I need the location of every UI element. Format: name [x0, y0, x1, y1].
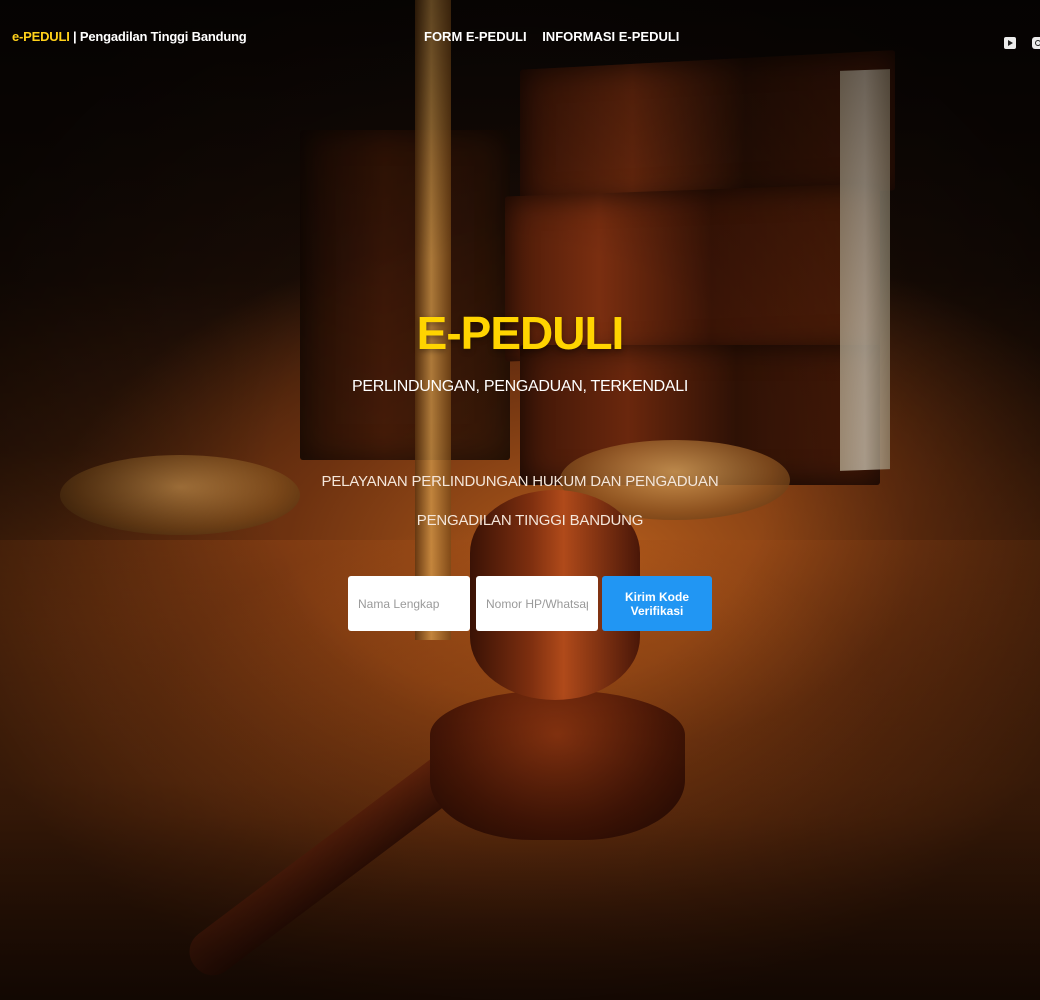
- send-verification-code-button[interactable]: Kirim Kode Verifikasi: [602, 576, 712, 631]
- nav-form-epeduli[interactable]: FORM E-PEDULI: [424, 29, 527, 44]
- brand-accent: e-PEDULI: [12, 29, 70, 44]
- site-brand[interactable]: e-PEDULI | Pengadilan Tinggi Bandung: [12, 29, 247, 44]
- hero-background: e-PEDULI | Pengadilan Tinggi Bandung FOR…: [0, 0, 1040, 1000]
- youtube-icon[interactable]: [1004, 37, 1016, 49]
- brand-name: | Pengadilan Tinggi Bandung: [69, 29, 247, 44]
- hero-tagline: PERLINDUNGAN, PENGADUAN, TERKENDALI: [352, 378, 688, 395]
- hero-description-line2: PENGADILAN TINGGI BANDUNG: [416, 512, 644, 529]
- background-vignette: [0, 0, 1040, 1000]
- phone-whatsapp-input[interactable]: [476, 576, 598, 631]
- full-name-input[interactable]: [348, 576, 470, 631]
- main-nav: FORM E-PEDULI INFORMASI E-PEDULI: [424, 29, 691, 44]
- nav-informasi-epeduli[interactable]: INFORMASI E-PEDULI: [542, 29, 679, 44]
- hero-description-line1: PELAYANAN PERLINDUNGAN HUKUM DAN PENGADU…: [321, 473, 719, 490]
- hero-title: E-PEDULI: [416, 307, 625, 359]
- top-navbar: e-PEDULI | Pengadilan Tinggi Bandung FOR…: [0, 0, 1040, 80]
- instagram-icon[interactable]: [1032, 37, 1040, 49]
